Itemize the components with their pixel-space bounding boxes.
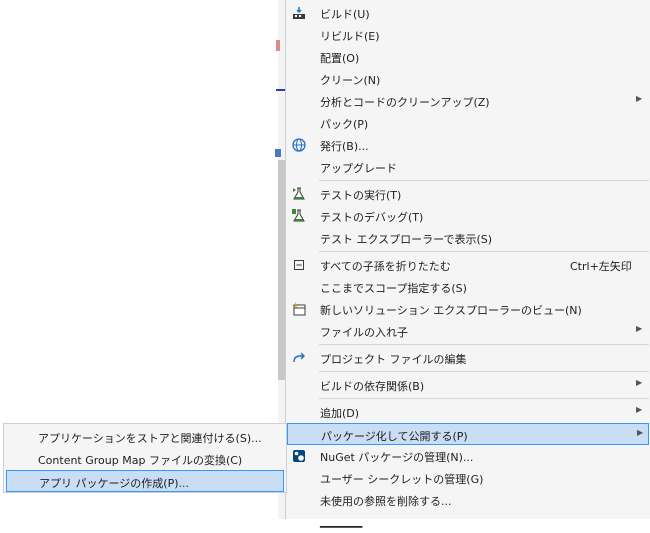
menu-item-file-nesting[interactable]: ファイルの入れ子 ▶: [287, 320, 649, 342]
submenu-arrow-icon: ▶: [636, 324, 643, 333]
menu-separator: [319, 344, 649, 345]
menu-item-upgrade[interactable]: アップグレード: [287, 156, 649, 178]
nuget-icon: [291, 448, 307, 464]
submenu-item-convert-content-group-map[interactable]: Content Group Map ファイルの変換(C): [6, 448, 284, 470]
context-menu: ビルド(U) リビルド(E) 配置(O) クリーン(N) 分析とコードのクリーン…: [285, 0, 650, 528]
menu-item-remove-unused-refs[interactable]: 未使用の参照を削除する...: [287, 489, 649, 511]
error-marker: [276, 40, 280, 51]
menu-item-package-publish[interactable]: パッケージ化して公開する(P) ▶: [287, 423, 649, 445]
menu-separator: [319, 180, 649, 181]
submenu-item-associate-store[interactable]: アプリケーションをストアと関連付ける(S)...: [6, 426, 284, 448]
new-view-icon: [291, 301, 307, 317]
submenu-arrow-icon: ▶: [636, 378, 643, 387]
menu-item-build-dependencies[interactable]: ビルドの依存関係(B) ▶: [287, 374, 649, 396]
menu-item-deploy[interactable]: 配置(O): [287, 46, 649, 68]
flask-debug-icon: [291, 208, 307, 224]
menu-separator: [319, 251, 649, 252]
line-marker: [276, 89, 285, 91]
package-submenu: アプリケーションをストアと関連付ける(S)... Content Group M…: [3, 423, 287, 493]
submenu-arrow-icon: ▶: [636, 405, 643, 414]
menu-item-build[interactable]: ビルド(U): [287, 2, 649, 24]
menu-item-manage-nuget[interactable]: NuGet パッケージの管理(N)...: [287, 445, 649, 467]
submenu-arrow-icon: ▶: [636, 94, 643, 103]
menu-item-user-secrets[interactable]: ユーザー シークレットの管理(G): [287, 467, 649, 489]
build-icon: [291, 5, 307, 21]
flask-run-icon: [291, 186, 307, 202]
menu-item-new-explorer-view[interactable]: 新しいソリューション エクスプローラーのビュー(N): [287, 298, 649, 320]
menu-item-edit-project-file[interactable]: プロジェクト ファイルの編集: [287, 347, 649, 369]
menu-item-publish[interactable]: 発行(B)...: [287, 134, 649, 156]
menu-separator: [319, 371, 649, 372]
submenu-item-create-app-package[interactable]: アプリ パッケージの作成(P)...: [6, 470, 284, 492]
submenu-arrow-icon: ▶: [637, 428, 644, 437]
menu-item-debug-tests[interactable]: テストのデバッグ(T): [287, 205, 649, 227]
menu-item-pack[interactable]: パック(P): [287, 112, 649, 134]
menu-item-add[interactable]: 追加(D) ▶: [287, 401, 649, 423]
menu-item-analyze-cleanup[interactable]: 分析とコードのクリーンアップ(Z) ▶: [287, 90, 649, 112]
menu-item-clean[interactable]: クリーン(N): [287, 68, 649, 90]
redo-arrow-icon: [291, 350, 307, 366]
menu-item-show-test-explorer[interactable]: テスト エクスプローラーで表示(S): [287, 227, 649, 249]
collapse-icon: [291, 257, 307, 273]
menu-item-rebuild[interactable]: リビルド(E): [287, 24, 649, 46]
menu-separator: [319, 398, 649, 399]
change-marker: [275, 149, 281, 157]
menu-item-scope-to-this[interactable]: ここまでスコープ指定する(S): [287, 276, 649, 298]
menu-item-partial-cutoff[interactable]: ▁▁▁▁▁: [287, 511, 649, 533]
editor-scrollbar[interactable]: [278, 160, 285, 380]
globe-icon: [291, 137, 307, 153]
menu-item-collapse-all[interactable]: すべての子孫を折りたたむ Ctrl+左矢印: [287, 254, 649, 276]
menu-item-run-tests[interactable]: テストの実行(T): [287, 183, 649, 205]
